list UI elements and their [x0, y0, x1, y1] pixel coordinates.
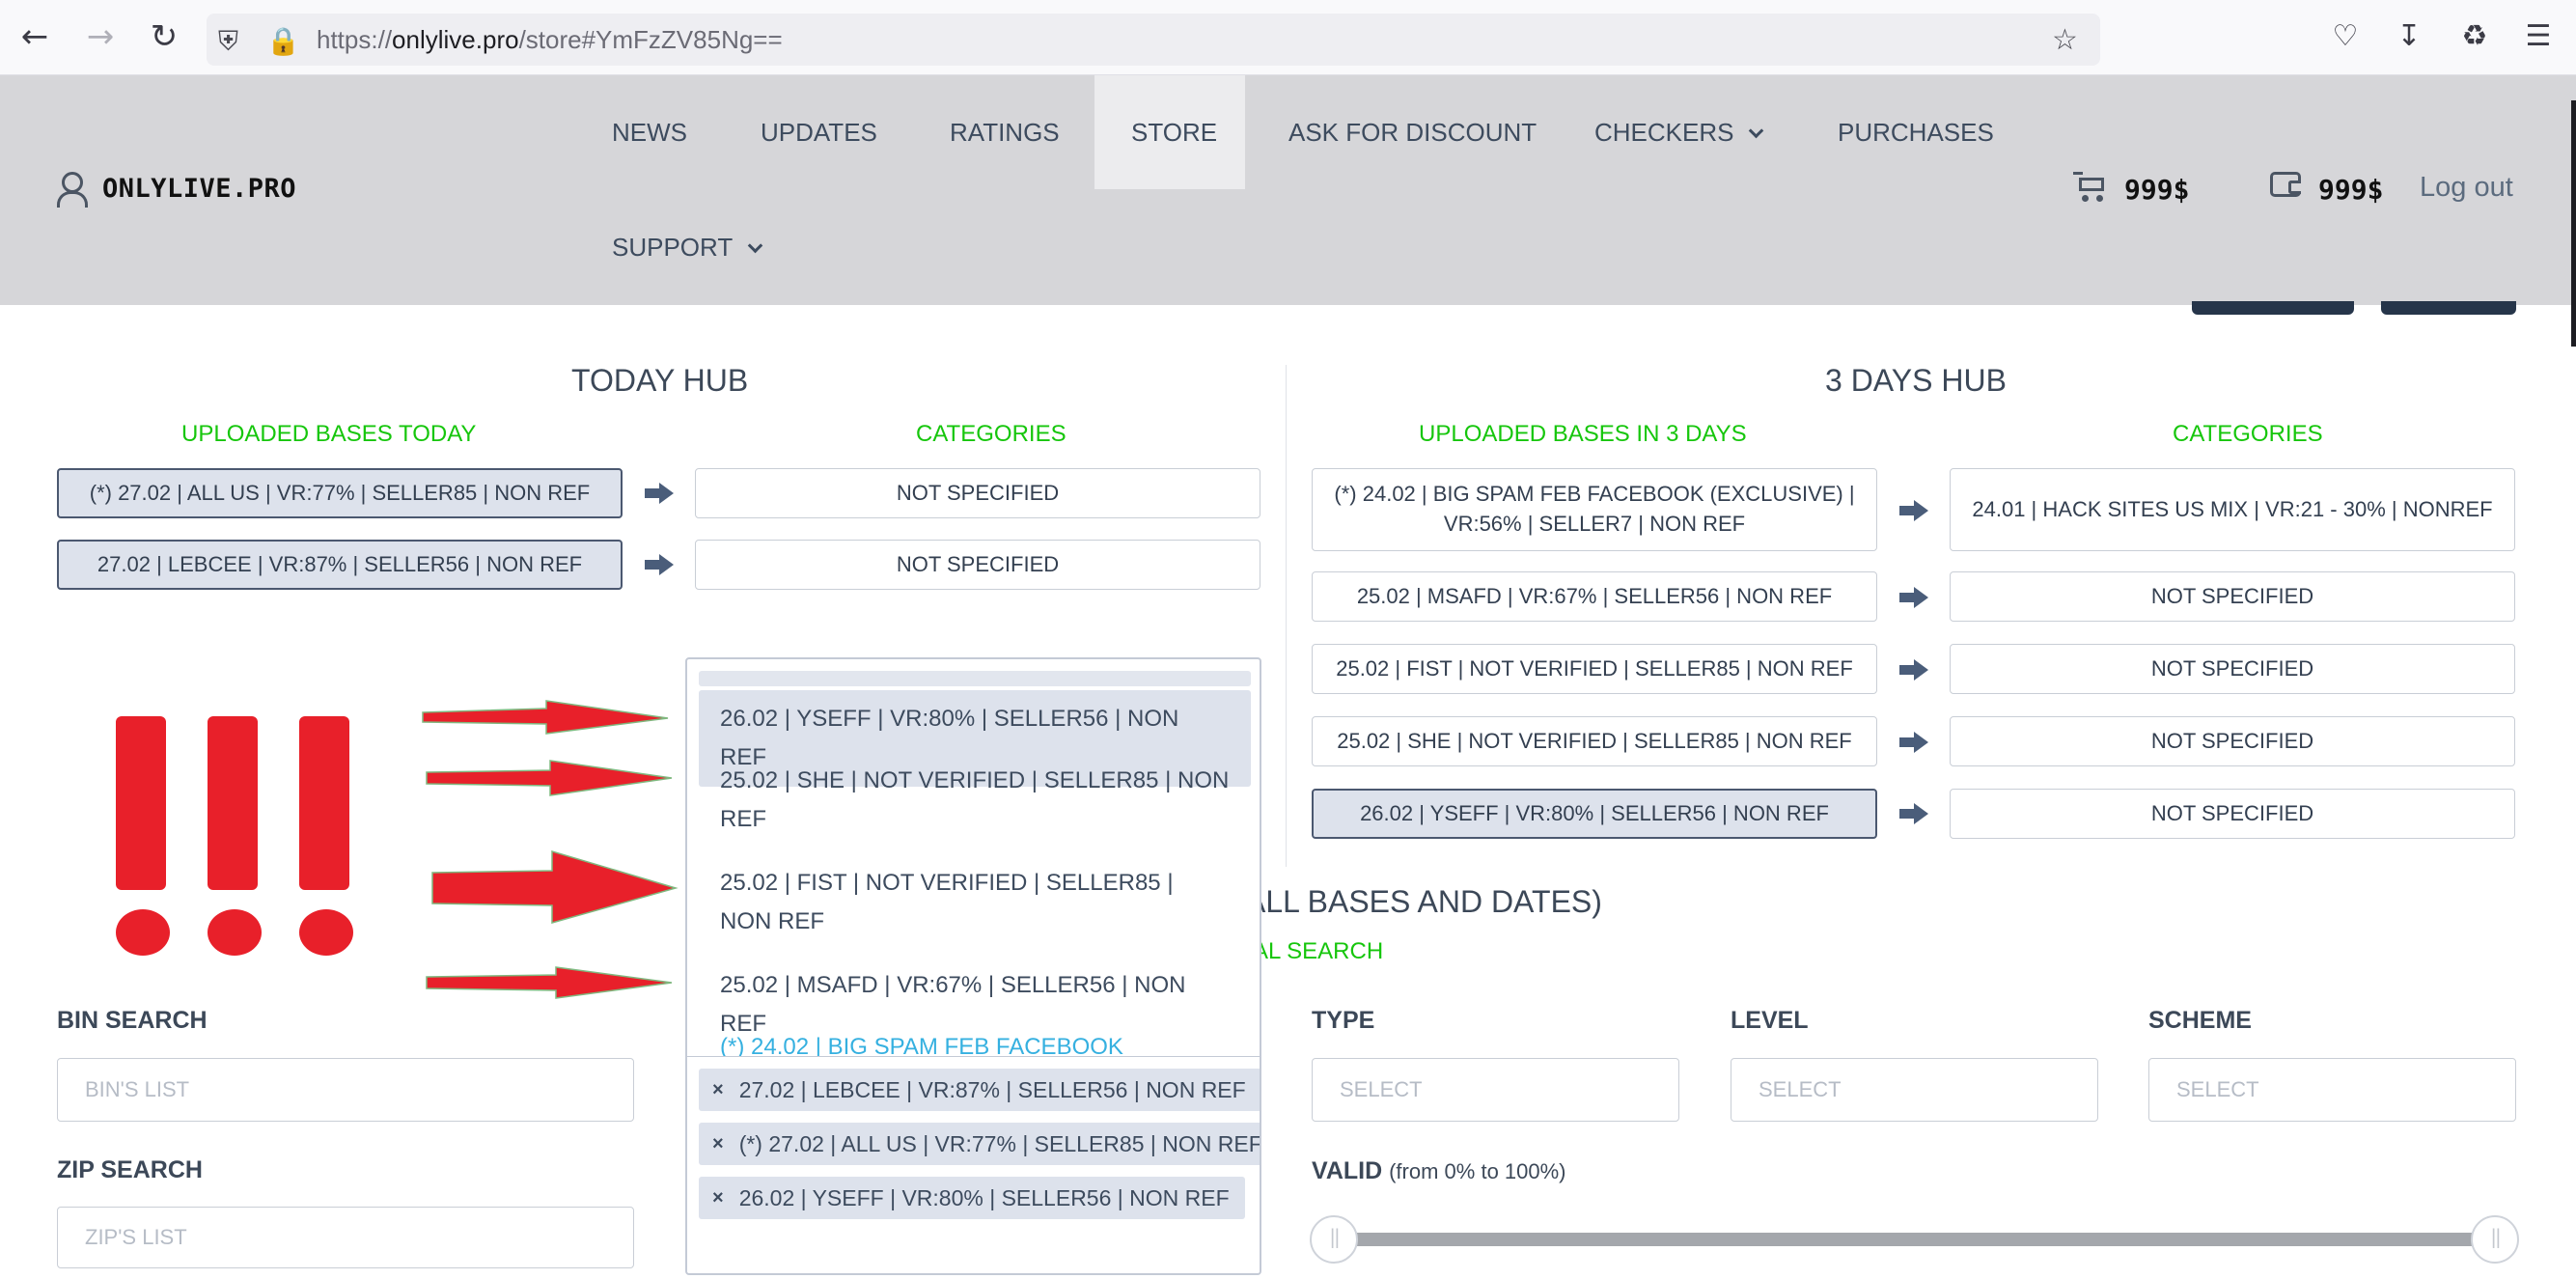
shield-icon[interactable]: ⛨: [218, 25, 238, 58]
today-base-item[interactable]: (*) 27.02 | ALL US | VR:77% | SELLER85 |…: [57, 468, 623, 518]
selected-tag[interactable]: × (*) 27.02 | ALL US | VR:77% | SELLER85 …: [699, 1123, 1260, 1165]
search-section-title: ALL BASES AND DATES): [1245, 884, 1602, 919]
scheme-label: SCHEME: [2148, 1007, 2252, 1034]
dropdown-option[interactable]: 25.02 | FIST | NOT VERIFIED | SELLER85 |…: [699, 854, 1251, 951]
reload-icon[interactable]: ↻: [145, 17, 183, 56]
nav-support[interactable]: SUPPORT: [612, 233, 763, 263]
cart-icon[interactable]: [2073, 172, 2106, 202]
today-base-item[interactable]: 27.02 | LEBCEE | VR:87% | SELLER56 | NON…: [57, 540, 623, 590]
scheme-select[interactable]: SELECT: [2148, 1058, 2516, 1122]
valid-slider-min-handle[interactable]: [1310, 1215, 1358, 1264]
today-category-item[interactable]: NOT SPECIFIED: [695, 468, 1260, 518]
nav-checkers[interactable]: CHECKERS: [1594, 118, 1764, 148]
remove-tag-icon[interactable]: ×: [712, 1133, 724, 1155]
three-days-base-item[interactable]: 25.02 | FIST | NOT VERIFIED | SELLER85 |…: [1312, 644, 1877, 694]
red-arrow-annotation: [422, 700, 669, 735]
today-hub-categories-heading: CATEGORIES: [916, 421, 1066, 447]
valid-label: VALID (from 0% to 100%): [1312, 1157, 1566, 1184]
nav-updates[interactable]: UPDATES: [761, 118, 877, 148]
today-hub-title: TODAY HUB: [571, 363, 749, 398]
hub-divider: [1286, 365, 1287, 867]
dropdown-option[interactable]: 25.02 | SHE | NOT VERIFIED | SELLER85 | …: [699, 752, 1251, 848]
zip-search-label: ZIP SEARCH: [57, 1156, 203, 1183]
arrow-right-icon: [1899, 500, 1928, 521]
three-days-categories-heading: CATEGORIES: [2173, 421, 2323, 447]
bin-search-label: BIN SEARCH: [57, 1007, 208, 1034]
three-days-category-item[interactable]: NOT SPECIFIED: [1950, 644, 2515, 694]
pocket-icon[interactable]: ♡: [2326, 17, 2365, 56]
arrow-right-icon: [1899, 659, 1928, 681]
site-logo[interactable]: ONLYLIVE.PRO: [56, 172, 296, 208]
back-icon[interactable]: ←: [15, 17, 54, 56]
arrow-right-icon: [1899, 732, 1928, 753]
arrow-right-icon: [645, 483, 674, 504]
site-header: ONLYLIVE.PRO NEWS UPDATES RATINGS STORE …: [0, 75, 2576, 305]
nav-news[interactable]: NEWS: [612, 118, 687, 148]
dropdown-scroll-top: [699, 671, 1251, 686]
url-text[interactable]: https://onlylive.pro/store#YmFzZV85Ng==: [317, 25, 783, 55]
three-days-base-item[interactable]: 26.02 | YSEFF | VR:80% | SELLER56 | NON …: [1312, 789, 1877, 839]
extensions-icon[interactable]: ♻: [2455, 17, 2494, 56]
dropdown-option[interactable]: (*) 24.02 | BIG SPAM FEB FACEBOOK: [699, 1018, 1251, 1056]
download-icon[interactable]: ↧: [2390, 17, 2428, 56]
three-days-category-item[interactable]: NOT SPECIFIED: [1950, 789, 2515, 839]
chevron-down-icon: [1749, 123, 1764, 139]
user-icon: [56, 172, 88, 208]
address-bar[interactable]: ⛨ 🔒 https://onlylive.pro/store#YmFzZV85N…: [207, 14, 2100, 66]
lock-icon[interactable]: 🔒: [266, 25, 300, 57]
wallet-icon[interactable]: [2270, 172, 2301, 197]
red-arrow-annotation: [426, 966, 673, 999]
three-days-base-item[interactable]: (*) 24.02 | BIG SPAM FEB FACEBOOK (EXCLU…: [1312, 468, 1877, 551]
nav-store[interactable]: STORE: [1131, 118, 1217, 148]
red-arrow-annotation: [431, 849, 679, 924]
level-select[interactable]: SELECT: [1731, 1058, 2098, 1122]
three-days-category-item[interactable]: NOT SPECIFIED: [1950, 571, 2515, 622]
browser-toolbar: ← → ↻ ⛨ 🔒 https://onlylive.pro/store#YmF…: [0, 0, 2576, 75]
bases-dropdown-list[interactable]: 26.02 | YSEFF | VR:80% | SELLER56 | NON …: [687, 659, 1260, 1057]
arrow-right-icon: [645, 554, 674, 575]
bookmark-star-icon[interactable]: ☆: [2052, 23, 2078, 57]
forward-icon[interactable]: →: [81, 17, 120, 56]
three-days-category-item[interactable]: NOT SPECIFIED: [1950, 716, 2515, 766]
wallet-balance[interactable]: 999$: [2318, 174, 2383, 206]
red-arrow-annotation: [426, 760, 673, 796]
level-label: LEVEL: [1731, 1007, 1809, 1034]
zip-search-input[interactable]: ZIP'S LIST: [57, 1207, 634, 1268]
nav-ratings[interactable]: RATINGS: [950, 118, 1060, 148]
type-select[interactable]: SELECT: [1312, 1058, 1679, 1122]
bin-search-input[interactable]: BIN'S LIST: [57, 1058, 634, 1122]
nav-ask-for-discount[interactable]: ASK FOR DISCOUNT: [1288, 118, 1537, 148]
cart-balance[interactable]: 999$: [2124, 174, 2189, 206]
remove-tag-icon[interactable]: ×: [712, 1079, 724, 1101]
selected-tag[interactable]: × 27.02 | LEBCEE | VR:87% | SELLER56 | NO…: [699, 1069, 1260, 1111]
page-scrollbar[interactable]: [2571, 100, 2576, 347]
logout-link[interactable]: Log out: [2420, 172, 2513, 204]
three-days-category-item[interactable]: 24.01 | HACK SITES US MIX | VR:21 - 30% …: [1950, 468, 2515, 551]
valid-range-note: (from 0% to 100%): [1389, 1159, 1566, 1183]
search-section-subtitle: AL SEARCH: [1253, 938, 1384, 964]
hidden-action-button[interactable]: [2192, 301, 2354, 315]
nav-purchases[interactable]: PURCHASES: [1838, 118, 1994, 148]
valid-slider-max-handle[interactable]: [2471, 1215, 2519, 1264]
menu-icon[interactable]: ☰: [2519, 17, 2558, 56]
today-category-item[interactable]: NOT SPECIFIED: [695, 540, 1260, 590]
chevron-down-icon: [747, 237, 763, 254]
three-days-base-item[interactable]: 25.02 | SHE | NOT VERIFIED | SELLER85 | …: [1312, 716, 1877, 766]
bases-multiselect[interactable]: 26.02 | YSEFF | VR:80% | SELLER56 | NON …: [685, 657, 1261, 1275]
type-label: TYPE: [1312, 1007, 1375, 1034]
exclamation-marks-annotation: [116, 716, 353, 956]
three-days-base-item[interactable]: 25.02 | MSAFD | VR:67% | SELLER56 | NON …: [1312, 571, 1877, 622]
three-days-hub-title: 3 DAYS HUB: [1825, 363, 2007, 398]
three-days-bases-heading: UPLOADED BASES IN 3 DAYS: [1419, 421, 1747, 447]
hidden-action-button[interactable]: [2381, 301, 2516, 315]
valid-slider-track[interactable]: [1332, 1233, 2496, 1246]
remove-tag-icon[interactable]: ×: [712, 1187, 724, 1209]
arrow-right-icon: [1899, 803, 1928, 824]
arrow-right-icon: [1899, 587, 1928, 608]
today-hub-bases-heading: UPLOADED BASES TODAY: [181, 421, 477, 447]
selected-tag[interactable]: × 26.02 | YSEFF | VR:80% | SELLER56 | NON…: [699, 1177, 1245, 1219]
